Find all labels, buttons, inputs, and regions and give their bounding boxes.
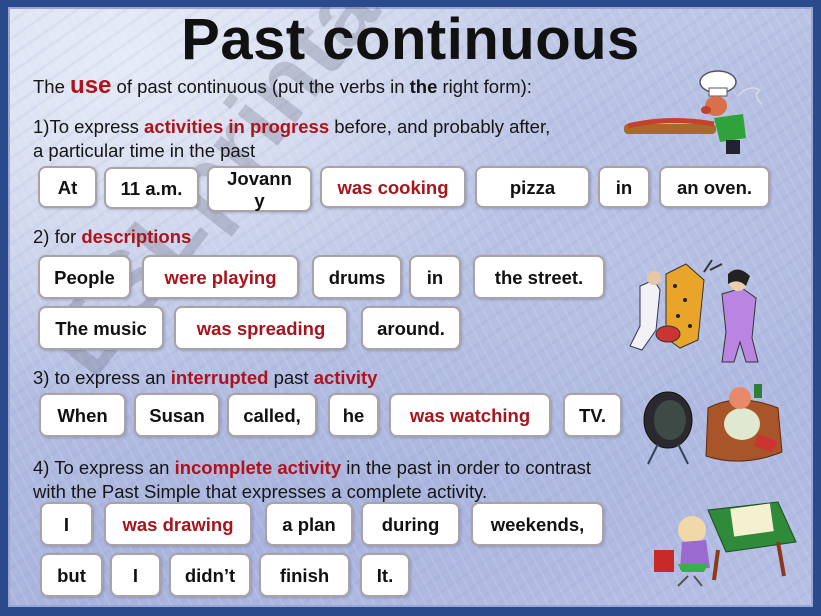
chip-label: an oven.: [676, 176, 753, 198]
verb-chip[interactable]: were playing: [142, 255, 299, 299]
verb-chip[interactable]: was drawing: [104, 502, 252, 546]
word-chip[interactable]: I: [40, 502, 93, 546]
word-chip[interactable]: People: [38, 255, 131, 299]
heading-text: in the past in order to contrast: [341, 457, 592, 478]
word-chip[interactable]: 11 a.m.: [104, 167, 199, 209]
chip-label-line-1: Jovann: [227, 168, 292, 189]
word-chip[interactable]: a plan: [265, 502, 353, 546]
chip-label: Susan: [149, 404, 205, 426]
chip-label: a plan: [282, 513, 336, 535]
section-1-heading-line-1: 1)To express activities in progress befo…: [33, 116, 550, 138]
word-chip[interactable]: Susan: [134, 393, 220, 437]
heading-highlight: activities in progress: [144, 116, 330, 137]
chip-label: were playing: [164, 266, 277, 288]
verb-chip[interactable]: was spreading: [174, 306, 348, 350]
chip-label: I: [63, 513, 70, 535]
heading-highlight: activity: [313, 367, 378, 388]
intro-bold: the: [409, 76, 438, 97]
chip-label: weekends,: [490, 513, 585, 535]
word-chip[interactable]: It.: [360, 553, 410, 597]
man-watching-tv-icon: [643, 384, 783, 465]
intro-prefix: The: [33, 76, 71, 97]
heading-text: 1)To express: [33, 116, 145, 137]
chip-label: finish: [279, 564, 330, 586]
chip-label: didn’t: [184, 564, 236, 586]
verb-chip[interactable]: was cooking: [320, 166, 466, 208]
chip-label: was spreading: [196, 317, 326, 339]
verb-chip[interactable]: was watching: [389, 393, 551, 437]
chip-label: drums: [328, 266, 386, 288]
chip-label: When: [57, 404, 108, 426]
heading-text: before, and probably after,: [329, 116, 551, 137]
chip-label: The music: [55, 317, 147, 339]
chip-label: in: [615, 176, 633, 198]
section-1-heading-line-2: a particular time in the past: [33, 140, 255, 162]
chip-label: pizza: [509, 176, 556, 198]
word-chip[interactable]: At: [38, 166, 97, 208]
page-title: Past continuous: [181, 7, 640, 72]
word-chip[interactable]: pizza: [475, 166, 590, 208]
word-chip[interactable]: TV.: [563, 393, 622, 437]
word-chip[interactable]: the street.: [473, 255, 605, 299]
heading-text: 3) to express an: [33, 367, 171, 388]
intro-text: The use of past continuous (put the verb…: [33, 72, 532, 100]
heading-highlight: descriptions: [81, 226, 192, 247]
heading-text: a particular time in the past: [33, 140, 256, 161]
heading-text: with the Past Simple that expresses a co…: [33, 481, 488, 502]
section-4-heading-line-1: 4) To express an incomplete activity in …: [33, 457, 591, 479]
heading-text: past: [268, 367, 314, 388]
intro-highlight: use: [70, 72, 112, 99]
chip-label: during: [381, 513, 440, 535]
chip-label: At: [57, 176, 78, 198]
word-chip[interactable]: drums: [312, 255, 402, 299]
word-chip[interactable]: When: [39, 393, 126, 437]
chip-label: 11 a.m.: [120, 177, 183, 199]
chef-with-pizza-icon: [624, 70, 763, 154]
heading-highlight: incomplete activity: [174, 457, 342, 478]
chip-label: in: [426, 266, 444, 288]
intro-middle: of past continuous (put the verbs in: [111, 76, 410, 97]
chip-label-line-2: y: [254, 190, 265, 211]
word-chip[interactable]: Jovann y: [207, 166, 312, 212]
chip-label: the street.: [494, 266, 584, 288]
word-chip[interactable]: finish: [259, 553, 350, 597]
word-chip[interactable]: he: [328, 393, 379, 437]
chip-label: but: [57, 564, 86, 586]
heading-text: 4) To express an: [33, 457, 175, 478]
chip-label: People: [54, 266, 115, 288]
word-chip[interactable]: The music: [38, 306, 164, 350]
word-chip[interactable]: in: [598, 166, 650, 208]
word-chip[interactable]: in: [409, 255, 461, 299]
chip-label: was drawing: [122, 513, 234, 535]
section-4-heading-line-2: with the Past Simple that expresses a co…: [33, 481, 487, 503]
chip-label: was watching: [409, 404, 531, 426]
word-chip[interactable]: weekends,: [471, 502, 604, 546]
chip-label: TV.: [578, 404, 607, 426]
chip-label: called,: [243, 404, 301, 426]
heading-text: 2) for: [33, 226, 82, 247]
heading-highlight: interrupted: [170, 367, 269, 388]
intro-suffix: right form):: [437, 76, 532, 97]
word-chip[interactable]: I: [110, 553, 161, 597]
chip-label: was cooking: [337, 176, 449, 198]
word-chip[interactable]: but: [40, 553, 103, 597]
word-chip[interactable]: didn’t: [169, 553, 251, 597]
street-musicians-icon: [629, 259, 759, 363]
chip-label: around.: [377, 317, 445, 339]
person-drawing-at-desk-icon: [654, 501, 797, 587]
section-3-heading: 3) to express an interrupted past activi…: [33, 367, 377, 389]
word-chip[interactable]: called,: [227, 393, 317, 437]
chip-label: he: [342, 404, 365, 426]
chip-label: It.: [376, 564, 394, 586]
word-chip[interactable]: during: [361, 502, 460, 546]
word-chip[interactable]: an oven.: [659, 166, 770, 208]
chip-label: I: [132, 564, 139, 586]
word-chip[interactable]: around.: [361, 306, 461, 350]
section-2-heading: 2) for descriptions: [33, 226, 191, 248]
